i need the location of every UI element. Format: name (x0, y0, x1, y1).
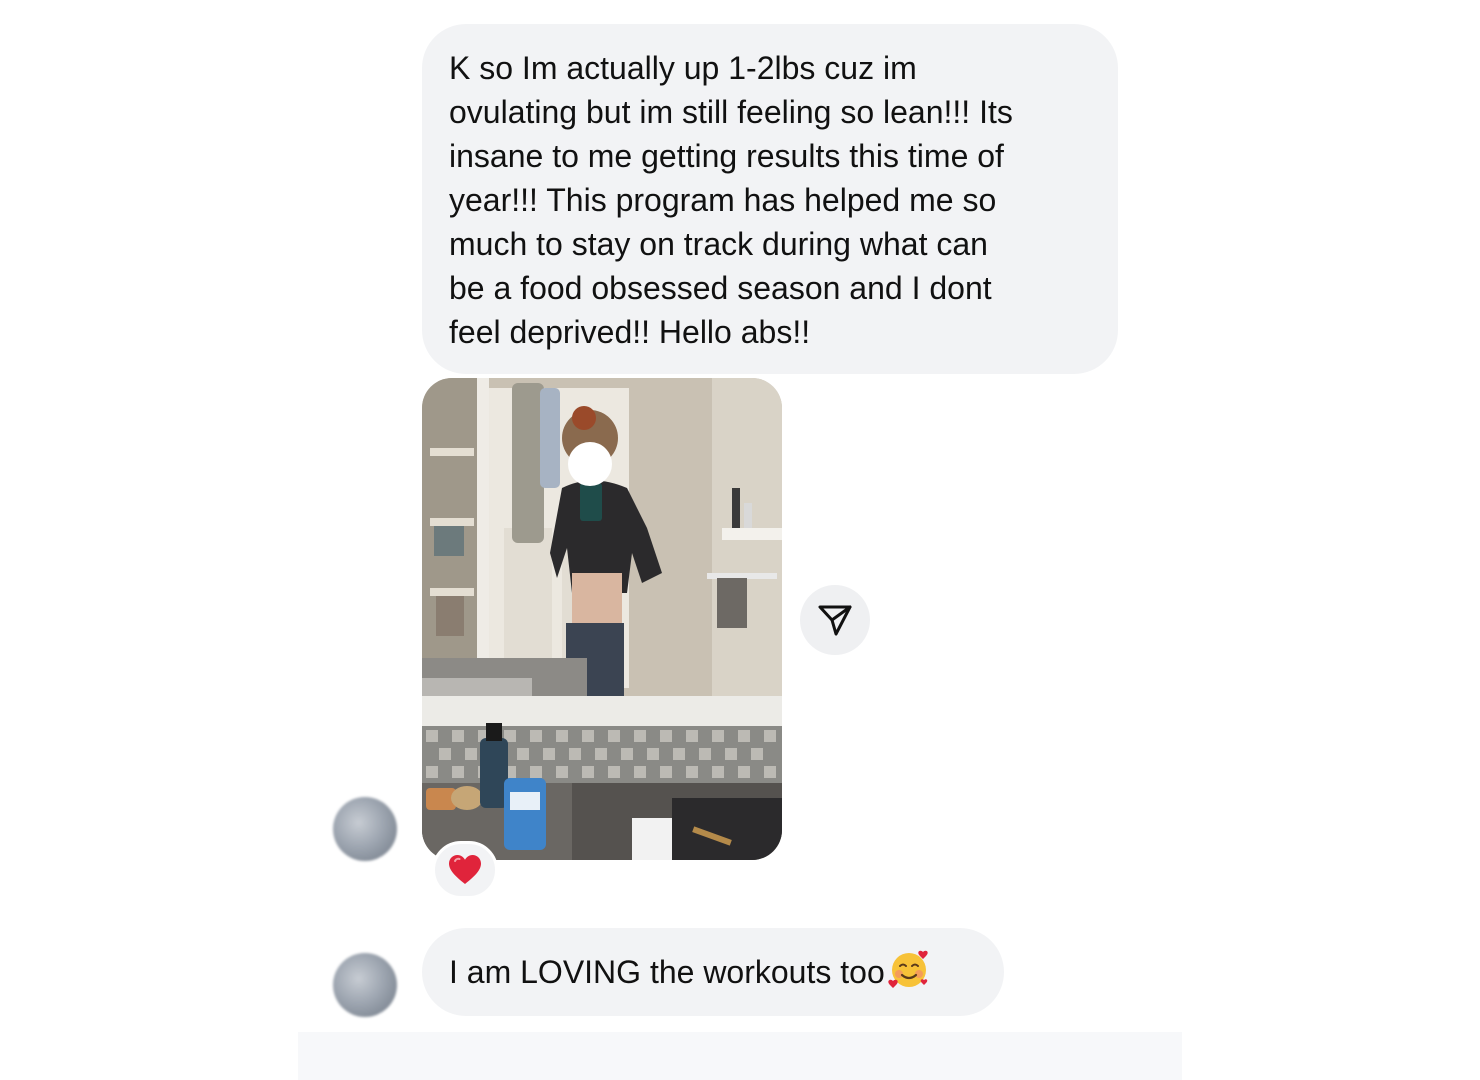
message-line: K so Im actually up 1-2lbs cuz im (449, 50, 917, 86)
message-line: year!!! This program has helped me so (449, 182, 997, 218)
message-line: insane to me getting results this time o… (449, 138, 1004, 174)
sender-avatar[interactable] (333, 797, 397, 861)
reaction-badge[interactable] (432, 841, 498, 899)
mirror-selfie-photo (422, 378, 782, 860)
message-photo[interactable] (422, 378, 782, 860)
message-text: I am LOVING the workouts too (449, 954, 885, 990)
message-line: much to stay on track during what can (449, 226, 988, 262)
paper-plane-icon (818, 605, 852, 636)
message-line: ovulating but im still feeling so lean!!… (449, 94, 1013, 130)
red-heart-icon (449, 855, 481, 884)
sender-avatar[interactable] (333, 953, 397, 1017)
composer-bar[interactable] (298, 1032, 1182, 1080)
smiling-face-with-hearts-icon (888, 950, 928, 988)
share-button[interactable] (800, 585, 870, 655)
message-bubble-1[interactable]: K so Im actually up 1-2lbs cuz im ovulat… (422, 24, 1118, 374)
message-bubble-2[interactable]: I am LOVING the workouts too (422, 928, 1004, 1016)
message-line: feel deprived!! Hello abs!! (449, 314, 811, 350)
message-line: be a food obsessed season and I dont (449, 270, 992, 306)
